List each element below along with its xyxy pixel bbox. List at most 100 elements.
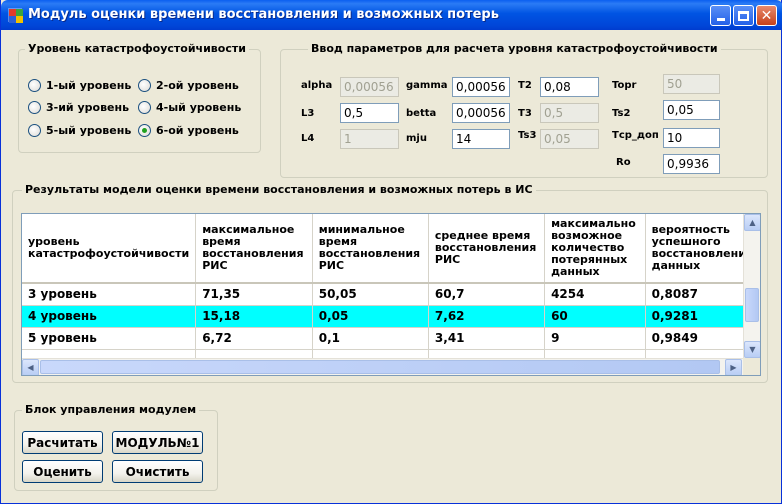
scroll-right-button[interactable]: ▶ [725,359,742,375]
table-cell[interactable]: 5 уровень [22,327,197,350]
ts3-label: Ts3 [518,130,537,141]
radio-circle [28,101,41,114]
table-cell[interactable]: 60,7 [428,283,546,306]
l4-label: L4 [301,133,315,144]
column-header[interactable]: среднее время восстановления РИС [428,214,546,284]
radio-circle [138,101,151,114]
scrollbar-corner [743,358,760,375]
radio-level-2[interactable]: 2-ой уровень [138,79,239,92]
radio-label: 6-ой уровень [156,124,239,137]
radio-label: 1-ый уровень [46,79,132,92]
ro-label: Ro [616,157,631,168]
radio-level-6[interactable]: 6-ой уровень [138,124,239,137]
minimize-button[interactable] [710,5,731,26]
table-row[interactable]: 3 уровень 71,35 50,05 60,7 4254 0,8087 [22,283,760,306]
vertical-scrollbar[interactable]: ▲ ▼ [743,214,760,359]
radio-circle [28,79,41,92]
close-icon: ✕ [760,7,773,24]
ts3-field[interactable]: 0,05 [540,129,599,149]
table-cell[interactable]: 4 уровень [22,305,197,328]
alpha-label: alpha [301,80,333,91]
chevron-right-icon: ▶ [730,363,737,372]
ts2-field[interactable]: 0,05 [663,100,720,120]
main-window: Модуль оценки времени восстановления и в… [0,0,782,504]
radio-level-1[interactable]: 1-ый уровень [28,79,131,92]
control-legend: Блок управления модулем [22,403,200,416]
module1-button[interactable]: МОДУЛЬ№1 [112,431,203,454]
title-bar[interactable]: Модуль оценки времени восстановления и в… [1,0,782,30]
results-table: уровень катастрофоустойчивости максималь… [22,214,760,372]
radio-label: 2-ой уровень [156,79,239,92]
radio-level-3[interactable]: 3-ий уровень [28,101,129,114]
table-cell[interactable]: 6,72 [195,327,313,350]
tcr-dop-label: Тср_доп [612,130,659,141]
table-cell[interactable]: 7,62 [428,305,546,328]
t3-field[interactable]: 0,5 [540,103,599,123]
radio-level-4[interactable]: 4-ый уровень [138,101,241,114]
radio-circle [138,79,151,92]
l3-label: L3 [301,108,315,119]
table-cell[interactable]: 9 [544,327,646,350]
radio-circle-checked [138,124,151,137]
minimize-icon [716,18,725,21]
mju-label: mju [406,133,427,144]
table-cell[interactable]: 3 уровень [22,283,197,306]
window-title: Модуль оценки времени восстановления и в… [28,7,499,22]
horizontal-scrollbar[interactable]: ◀ ▶ [22,358,760,375]
ro-field[interactable]: 0,9936 [663,154,720,174]
mju-field[interactable]: 14 [452,129,510,149]
tcr-dop-field[interactable]: 10 [663,128,720,148]
gamma-field[interactable]: 0,00056 [452,77,510,97]
table-row-selected[interactable]: 4 уровень 15,18 0,05 7,62 60 0,9281 [22,305,760,328]
calculate-button[interactable]: Расчитать [22,431,103,454]
topr-label: Topr [612,80,637,91]
topr-field[interactable]: 50 [663,74,720,94]
vertical-scroll-thumb[interactable] [745,288,759,322]
close-button[interactable]: ✕ [756,5,777,26]
betta-field[interactable]: 0,00056 [452,103,510,123]
header-row: уровень катастрофоустойчивости максималь… [22,214,760,284]
radio-circle [28,124,41,137]
table-cell[interactable]: 71,35 [195,283,313,306]
evaluate-button[interactable]: Оценить [22,460,103,483]
chevron-up-icon: ▲ [749,218,756,227]
table-cell[interactable]: 0,05 [312,305,429,328]
scroll-up-button[interactable]: ▲ [744,214,760,231]
t2-field[interactable]: 0,08 [540,77,599,97]
table-cell[interactable]: 4254 [544,283,646,306]
horizontal-scroll-thumb[interactable] [40,360,720,374]
t3-label: T3 [518,108,532,119]
l3-field[interactable]: 0,5 [340,103,399,123]
table-cell[interactable]: 50,05 [312,283,429,306]
table-cell[interactable]: 15,18 [195,305,313,328]
column-header[interactable]: максимально возможное количество потерян… [544,214,646,284]
clear-button[interactable]: Очистить [112,460,203,483]
table-cell[interactable]: 3,41 [428,327,546,350]
ts2-label: Ts2 [612,108,631,119]
table-cell[interactable]: 0,1 [312,327,429,350]
gamma-label: gamma [406,80,448,91]
chevron-left-icon: ◀ [27,363,34,372]
maximize-button[interactable] [733,5,754,26]
radio-level-5[interactable]: 5-ый уровень [28,124,131,137]
radio-label: 3-ий уровень [46,101,130,114]
app-icon [8,8,23,23]
l4-field[interactable]: 1 [340,129,399,149]
params-legend: Ввод параметров для расчета уровня катас… [308,42,721,55]
column-header[interactable]: минимальное время восстановления РИС [312,214,429,284]
betta-label: betta [406,108,437,119]
radio-label: 4-ый уровень [156,101,242,114]
radio-label: 5-ый уровень [46,124,132,137]
alpha-field[interactable]: 0,00056 [340,77,399,97]
table-cell[interactable]: 60 [544,305,646,328]
results-grid[interactable]: уровень катастрофоустойчивости максималь… [21,213,761,376]
maximize-icon [738,10,749,21]
levels-legend: Уровень катастрофоустойчивости [25,42,249,55]
t2-label: T2 [518,80,532,91]
scroll-down-button[interactable]: ▼ [744,341,760,358]
scroll-left-button[interactable]: ◀ [22,359,39,375]
column-header[interactable]: уровень катастрофоустойчивости [22,214,197,284]
column-header[interactable]: максимальное время восстановления РИС [195,214,313,284]
results-legend: Результаты модели оценки времени восстан… [22,183,536,196]
table-row[interactable]: 5 уровень 6,72 0,1 3,41 9 0,9849 [22,327,760,350]
